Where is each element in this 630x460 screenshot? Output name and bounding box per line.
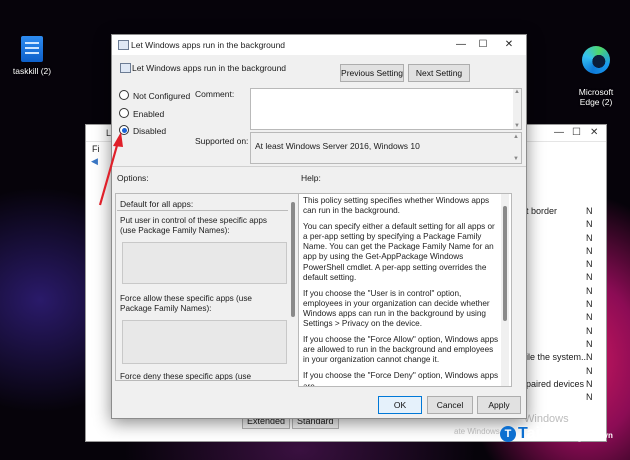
red-arrow-annotation	[98, 132, 123, 206]
watermark-brand: aimienphi	[526, 425, 602, 442]
watermark: T Taimienphi.vn	[500, 425, 613, 443]
desktop: taskkill (2) Microsoft Edge (2) Lo — ☐ ✕…	[0, 0, 630, 460]
watermark-suffix: .vn	[601, 431, 613, 440]
watermark-brand-first: T	[518, 425, 527, 442]
watermark-logo-icon: T	[500, 426, 516, 442]
